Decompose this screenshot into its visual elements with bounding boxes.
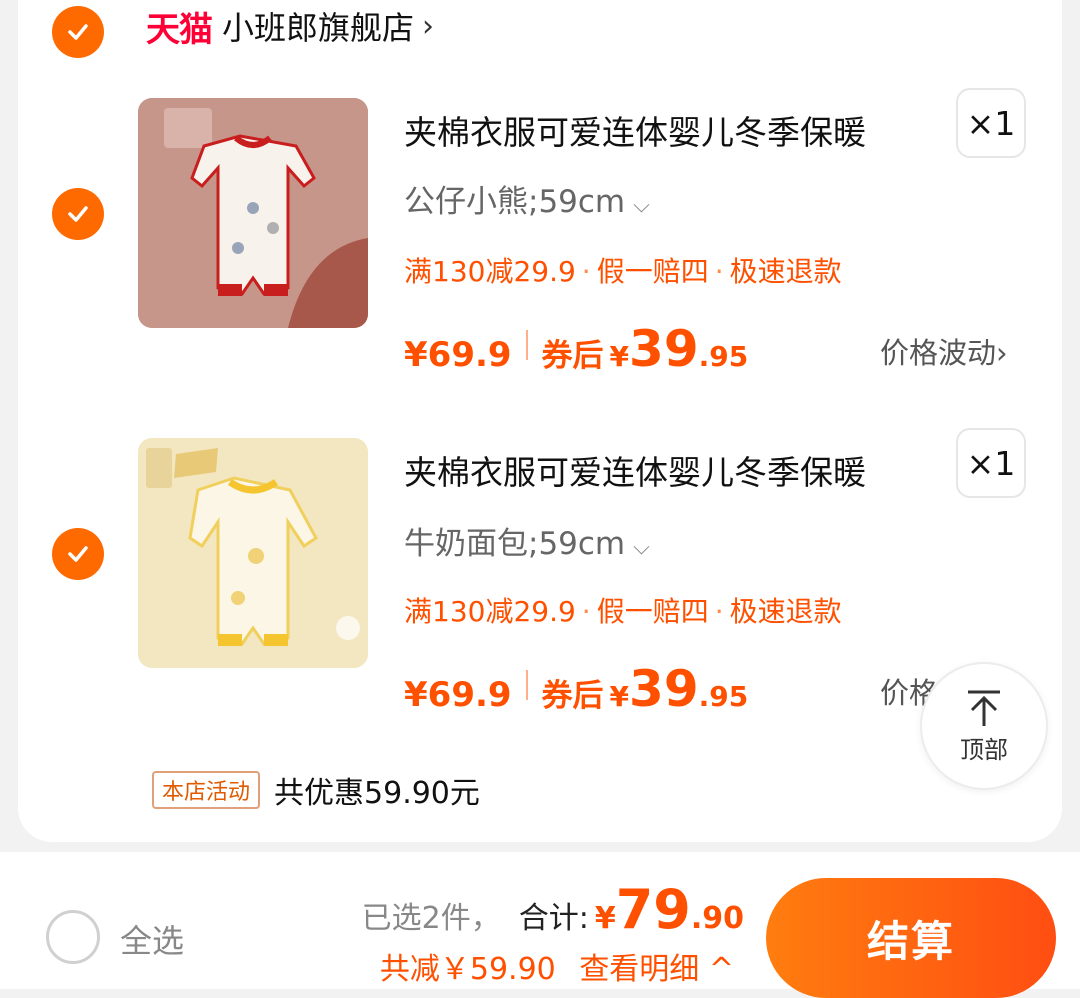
baby-romper-image xyxy=(138,98,368,328)
price-fluctuation-link[interactable]: 价格波动› xyxy=(880,330,1008,372)
product-title[interactable]: 夹棉衣服可爱连体婴儿冬季保暖 xyxy=(404,446,866,494)
back-to-top-button[interactable]: 顶部 xyxy=(920,662,1048,790)
view-details-link[interactable]: 查看明细 ^ xyxy=(579,952,734,987)
original-price: ¥69.9 xyxy=(404,335,512,375)
checkmark-icon xyxy=(68,546,88,562)
chevron-right-icon: › xyxy=(996,336,1008,370)
coupon-currency: ¥ xyxy=(609,340,630,373)
product-image[interactable] xyxy=(138,98,368,328)
price-row: ¥69.9 券后 ¥ 39 .95 xyxy=(404,320,749,378)
select-all-checkbox[interactable] xyxy=(46,910,100,964)
checkmark-icon xyxy=(68,206,88,222)
coupon-label: 券后 xyxy=(541,338,604,374)
item-checkbox[interactable] xyxy=(52,528,104,580)
total-summary: 已选2件， 合计: ¥ 79 .90 xyxy=(362,878,744,941)
quantity-selector[interactable]: ×1 xyxy=(956,88,1026,158)
back-to-top-label: 顶部 xyxy=(960,735,1008,764)
sku-label: 牛奶面包;59cm xyxy=(404,526,626,562)
original-price: ¥69.9 xyxy=(404,675,512,715)
promo-tag: 极速退款 xyxy=(729,595,842,628)
sku-selector[interactable]: 牛奶面包;59cm ⌵ xyxy=(404,518,650,563)
promo-tag: 满130减29.9 xyxy=(404,255,576,288)
promo-tags: 满130减29.9 · 假一赔四 · 极速退款 xyxy=(404,255,842,288)
arrow-up-icon xyxy=(968,690,1000,726)
quantity-selector[interactable]: ×1 xyxy=(956,428,1026,498)
price-divider xyxy=(525,670,528,700)
promo-tag: 假一赔四 xyxy=(596,595,709,628)
activity-text: 共优惠59.90元 xyxy=(274,776,480,811)
promo-tag: 假一赔四 xyxy=(596,255,709,288)
tmall-logo: 天猫 xyxy=(146,9,213,50)
checkout-button[interactable]: 结算 xyxy=(766,878,1056,998)
shop-header[interactable]: 天猫 小班郎旗舰店 › xyxy=(146,3,435,50)
baby-romper-image xyxy=(138,438,368,668)
checkout-bar: 全选 已选2件， 合计: ¥ 79 .90 共减￥59.90 查看明细 ^ 结算 xyxy=(0,852,1080,998)
price-fluctuation-label: 价格波动 xyxy=(880,336,997,370)
total-integer: 79 xyxy=(615,878,691,941)
price-row: ¥69.9 券后 ¥ 39 .95 xyxy=(404,660,749,718)
promo-tag: 极速退款 xyxy=(729,255,842,288)
shop-name[interactable]: 小班郎旗舰店 xyxy=(222,3,414,49)
item-checkbox[interactable] xyxy=(52,188,104,240)
sku-selector[interactable]: 公仔小熊;59cm ⌵ xyxy=(404,176,650,221)
coupon-price-integer: 39 xyxy=(629,320,699,378)
coupon-price-decimal: .95 xyxy=(698,680,749,713)
activity-badge: 本店活动 xyxy=(152,771,261,809)
product-title[interactable]: 夹棉衣服可爱连体婴儿冬季保暖 xyxy=(404,106,866,154)
discount-amount: 共减￥59.90 xyxy=(379,952,556,987)
promo-tags: 满130减29.9 · 假一赔四 · 极速退款 xyxy=(404,595,842,628)
coupon-label: 券后 xyxy=(541,678,604,714)
select-all-label[interactable]: 全选 xyxy=(120,916,184,962)
promo-tag: 满130减29.9 xyxy=(404,595,576,628)
chevron-right-icon: › xyxy=(422,8,435,44)
shop-activity: 本店活动 共优惠59.90元 xyxy=(152,768,480,812)
selected-count: 已选2件， xyxy=(361,901,501,936)
chevron-down-icon: ⌵ xyxy=(633,535,650,560)
product-image[interactable] xyxy=(138,438,368,668)
total-decimal: .90 xyxy=(690,901,744,936)
price-divider xyxy=(525,330,528,360)
shop-checkbox[interactable] xyxy=(52,6,104,58)
discount-summary[interactable]: 共减￥59.90 查看明细 ^ xyxy=(380,944,734,988)
coupon-currency: ¥ xyxy=(609,680,630,713)
checkmark-icon xyxy=(68,24,88,40)
total-currency: ¥ xyxy=(594,901,616,936)
coupon-price-integer: 39 xyxy=(629,660,699,718)
total-label: 合计: xyxy=(518,901,589,936)
coupon-price-decimal: .95 xyxy=(698,340,749,373)
chevron-down-icon: ⌵ xyxy=(633,193,650,218)
sku-label: 公仔小熊;59cm xyxy=(404,184,626,220)
